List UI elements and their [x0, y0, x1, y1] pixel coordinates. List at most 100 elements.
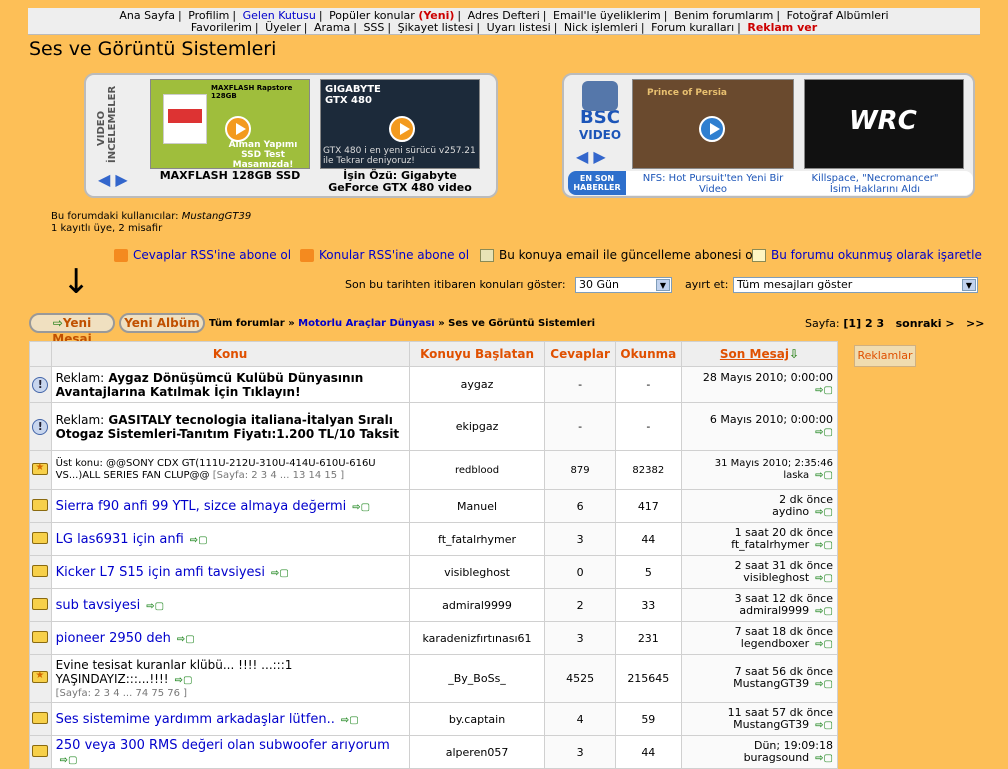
thread-starter[interactable]: alperen057	[408, 735, 546, 769]
thread-starter[interactable]: aygaz	[408, 366, 546, 403]
gtx-video-thumbnail[interactable]: GIGABYTE GTX 480 GTX 480 i en yeni sürüc…	[320, 79, 480, 169]
thread-link[interactable]: Kicker L7 S15 için amfi tavsiyesi	[56, 565, 265, 580]
nav-complaints[interactable]: Şikayet listesi	[398, 21, 474, 34]
thread-starter[interactable]: by.captain	[408, 702, 546, 736]
go-to-new-icon[interactable]: ⇨▢	[190, 535, 208, 546]
gtx-video-caption[interactable]: İşin Özü: Gigabyte GeForce GTX 480 video	[320, 170, 480, 194]
news-link-2[interactable]: Killspace, "Necromancer" İsim Haklarını …	[800, 173, 950, 195]
pager-last[interactable]: >>	[966, 317, 984, 330]
ad-link[interactable]: Reklam: Aygaz Dönüşümcü Kulübü Dünyasını…	[56, 371, 405, 399]
thread-link[interactable]: 250 veya 300 RMS değeri olan subwoofer a…	[56, 738, 390, 753]
nav-faq[interactable]: SSS	[363, 21, 384, 34]
breadcrumb-parent[interactable]: Motorlu Araçlar Dünyası	[298, 318, 435, 329]
thread-starter[interactable]: karadenizfırtınası61	[408, 621, 546, 655]
go-to-post-icon[interactable]: ⇨▢	[815, 507, 833, 518]
nav-favorites[interactable]: Favorilerim	[191, 21, 252, 34]
nav-advertise[interactable]: Reklam ver	[747, 21, 817, 34]
go-to-new-icon[interactable]: ⇨▢	[177, 634, 195, 645]
prince-of-persia-thumbnail[interactable]: Prince of Persia	[632, 79, 794, 169]
last-post-user[interactable]: legendboxer	[741, 637, 809, 650]
last-post-user[interactable]: admiral9999	[739, 604, 809, 617]
thread-starter[interactable]: ft_fatalrhymer	[408, 522, 546, 556]
last-post-user[interactable]: MustangGT39	[733, 677, 809, 690]
rss-icon	[114, 249, 128, 262]
pager-page-2[interactable]: 2	[865, 317, 873, 330]
last-post-user[interactable]: MustangGT39	[733, 718, 809, 731]
nav-search[interactable]: Arama	[314, 21, 350, 34]
go-to-new-icon[interactable]: ⇨▢	[352, 502, 370, 513]
thread-starter[interactable]: redblood	[408, 450, 546, 490]
ssd-video-thumbnail[interactable]: MAXFLASH Rapstore 128GB Alman Yapımı SSD…	[150, 79, 310, 169]
go-to-post-icon[interactable]: ⇨▢	[815, 606, 833, 617]
email-subscribe-action[interactable]: Bu konuya email ile güncelleme abonesi o…	[480, 248, 756, 262]
views-header[interactable]: Okunma	[614, 341, 682, 367]
thread-link[interactable]: LG las6931 için anfi	[56, 532, 184, 547]
thread-pages[interactable]: [Sayfa: 2 3 4 ... 74 75 76 ]	[56, 688, 405, 699]
go-to-post-icon[interactable]: ⇨▢	[815, 573, 833, 584]
sticky-link[interactable]: Üst konu: @@SONY CDX GT(111U-212U-310U-4…	[56, 458, 405, 482]
nav-nick-operations[interactable]: Nick işlemleri	[564, 21, 638, 34]
thread-starter[interactable]: admiral9999	[408, 588, 546, 622]
last-post-user[interactable]: ft_fatalrhymer	[731, 538, 809, 551]
thread-starter[interactable]: visibleghost	[408, 555, 546, 589]
mark-read-action[interactable]: Bu forumu okunmuş olarak işaretle	[752, 248, 982, 262]
thread-link[interactable]: Ses sistemime yardımm arkadaşlar lütfen.…	[56, 712, 335, 727]
promo-left-nav-arrows[interactable]: ◀ ▶	[98, 170, 128, 189]
nav-forum-rules[interactable]: Forum kuralları	[651, 21, 734, 34]
last-post-user[interactable]: visibleghost	[743, 571, 809, 584]
news-link-1[interactable]: NFS: Hot Pursuit'ten Yeni Bir Video	[638, 173, 788, 195]
top-nav-row-2: Favorilerim | Üyeler | Arama | SSS | Şikayet…	[190, 21, 818, 34]
breadcrumb-root[interactable]: Tüm forumlar	[209, 318, 285, 329]
last-post-user[interactable]: laska	[783, 470, 809, 481]
online-user-link[interactable]: MustangGT39	[182, 211, 252, 222]
wrc-thumbnail[interactable]: WRC	[804, 79, 964, 169]
go-to-new-icon[interactable]: ⇨▢	[146, 601, 164, 612]
go-to-new-icon[interactable]: ⇨▢	[271, 568, 289, 579]
go-to-post-icon[interactable]: ⇨▢	[815, 639, 833, 650]
sort-select[interactable]: Tüm mesajları göster ▼	[733, 277, 978, 293]
go-to-post-icon[interactable]: ⇨▢	[815, 385, 833, 396]
new-album-button[interactable]: Yeni Albüm	[119, 313, 205, 333]
last-post-date: 6 Mayıs 2010; 0:00:00	[709, 413, 833, 426]
go-to-new-icon[interactable]: ⇨▢	[341, 715, 359, 726]
ssd-video-caption[interactable]: MAXFLASH 128GB SSD	[150, 170, 310, 182]
nav-warnings[interactable]: Uyarı listesi	[487, 21, 551, 34]
thread-link[interactable]: pioneer 2950 deh	[56, 631, 171, 646]
hot-folder-icon	[32, 670, 49, 683]
topic-header[interactable]: Konu	[50, 341, 410, 367]
thread-link[interactable]: Evine tesisat kuranlar klübü... !!!! ...…	[56, 658, 405, 688]
thread-starter[interactable]: Manuel	[408, 489, 546, 523]
last-post-user[interactable]: aydino	[772, 505, 809, 518]
go-to-post-icon[interactable]: ⇨▢	[815, 427, 833, 438]
nav-home[interactable]: Ana Sayfa	[119, 9, 175, 22]
starter-header[interactable]: Konuyu Başlatan	[408, 341, 546, 367]
last-post-user[interactable]: buragsound	[744, 751, 810, 764]
view-count: 417	[614, 489, 682, 523]
folder-icon	[32, 531, 49, 544]
replies-header[interactable]: Cevaplar	[544, 341, 616, 367]
ad-link[interactable]: Reklam: GASITALY tecnologia italiana-İta…	[56, 413, 405, 441]
nav-members[interactable]: Üyeler	[265, 21, 301, 34]
go-to-new-icon[interactable]: ⇨▢	[175, 675, 193, 686]
go-to-post-icon[interactable]: ⇨▢	[815, 720, 833, 731]
date-range-select[interactable]: 30 Gün ▼	[575, 277, 672, 293]
new-post-button[interactable]: ⇨Yeni Mesaj	[29, 313, 115, 346]
thread-starter[interactable]: _By_BoSs_	[408, 654, 546, 703]
go-to-post-icon[interactable]: ⇨▢	[815, 679, 833, 690]
thread-starter[interactable]: ekipgaz	[408, 402, 546, 451]
go-to-post-icon[interactable]: ⇨▢	[815, 753, 833, 764]
rss-replies-action[interactable]: Cevaplar RSS'ine abone ol	[114, 248, 291, 262]
promo-right-nav-arrows[interactable]: ◀ ▶	[576, 147, 606, 166]
thread-link[interactable]: sub tavsiyesi	[56, 598, 141, 613]
go-to-post-icon[interactable]: ⇨▢	[815, 540, 833, 551]
go-to-post-icon[interactable]: ⇨▢	[815, 470, 833, 481]
pager-next[interactable]: sonraki >	[896, 317, 955, 330]
thread-link[interactable]: Sierra f90 anfi 99 YTL, sizce almaya değ…	[56, 499, 347, 514]
ads-box[interactable]: Reklamlar	[854, 345, 916, 367]
go-to-new-icon[interactable]: ⇨▢	[60, 755, 78, 766]
thread-pages[interactable]: [Sayfa: 2 3 4 ... 13 14 15 ]	[213, 470, 344, 481]
pager-page-3[interactable]: 3	[876, 317, 884, 330]
rss-topics-action[interactable]: Konular RSS'ine abone ol	[300, 248, 469, 262]
last-post-header[interactable]: Son Mesaj⇩	[680, 341, 839, 367]
view-count: 44	[614, 735, 682, 769]
